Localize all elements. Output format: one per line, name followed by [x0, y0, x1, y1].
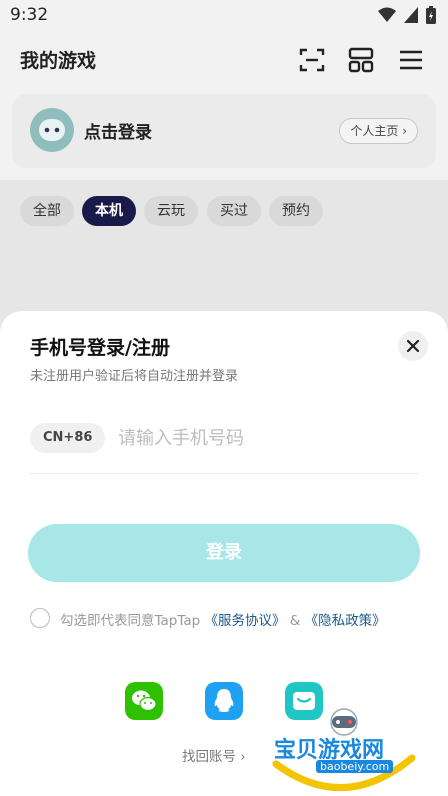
close-button[interactable]	[398, 331, 428, 361]
tab-purchased[interactable]: 买过	[207, 196, 261, 226]
status-time: 9:32	[10, 5, 49, 25]
layout-icon[interactable]	[347, 46, 375, 74]
sheet-title: 手机号登录/注册	[30, 337, 170, 359]
profile-card[interactable]: 点击登录 个人主页 ›	[12, 94, 436, 168]
status-bar: 9:32	[0, 0, 448, 32]
avatar[interactable]	[30, 108, 74, 152]
input-divider	[30, 473, 418, 474]
signal-icon	[404, 7, 418, 23]
tab-reserved[interactable]: 预约	[269, 196, 323, 226]
close-icon	[406, 339, 420, 353]
login-prompt[interactable]: 点击登录	[84, 118, 152, 143]
country-code-selector[interactable]: CN+86	[30, 423, 106, 453]
battery-icon	[426, 6, 436, 24]
agreement-text: 勾选即代表同意TapTap 《服务协议》 & 《隐私政策》	[60, 609, 386, 629]
robot-avatar-icon	[31, 109, 73, 151]
qq-icon[interactable]	[205, 682, 243, 720]
page-title: 我的游戏	[20, 50, 97, 72]
wifi-icon	[378, 7, 396, 22]
watermark-url: baobeiy.com	[316, 760, 394, 773]
menu-icon[interactable]	[397, 46, 425, 74]
recover-account-link[interactable]: 找回账号 ›	[182, 745, 246, 765]
agreement-and: &	[285, 613, 305, 629]
agreement-checkbox[interactable]	[30, 608, 50, 628]
phone-input[interactable]	[118, 419, 408, 457]
privacy-link[interactable]: 《隐私政策》	[305, 613, 386, 629]
wechat-icon[interactable]	[125, 682, 163, 720]
status-icons	[378, 6, 436, 24]
terms-link[interactable]: 《服务协议》	[205, 613, 286, 629]
watermark: 宝贝游戏网 baobeiy.com	[270, 706, 418, 792]
tab-all[interactable]: 全部	[20, 196, 74, 226]
tab-cloud[interactable]: 云玩	[144, 196, 198, 226]
tab-local[interactable]: 本机	[82, 196, 136, 226]
login-button[interactable]: 登录	[28, 524, 420, 582]
personal-home-button[interactable]: 个人主页 ›	[339, 118, 418, 144]
sheet-subtitle: 未注册用户验证后将自动注册并登录	[30, 369, 239, 384]
agreement-prefix: 勾选即代表同意TapTap	[60, 613, 205, 629]
scan-icon[interactable]	[298, 46, 326, 74]
